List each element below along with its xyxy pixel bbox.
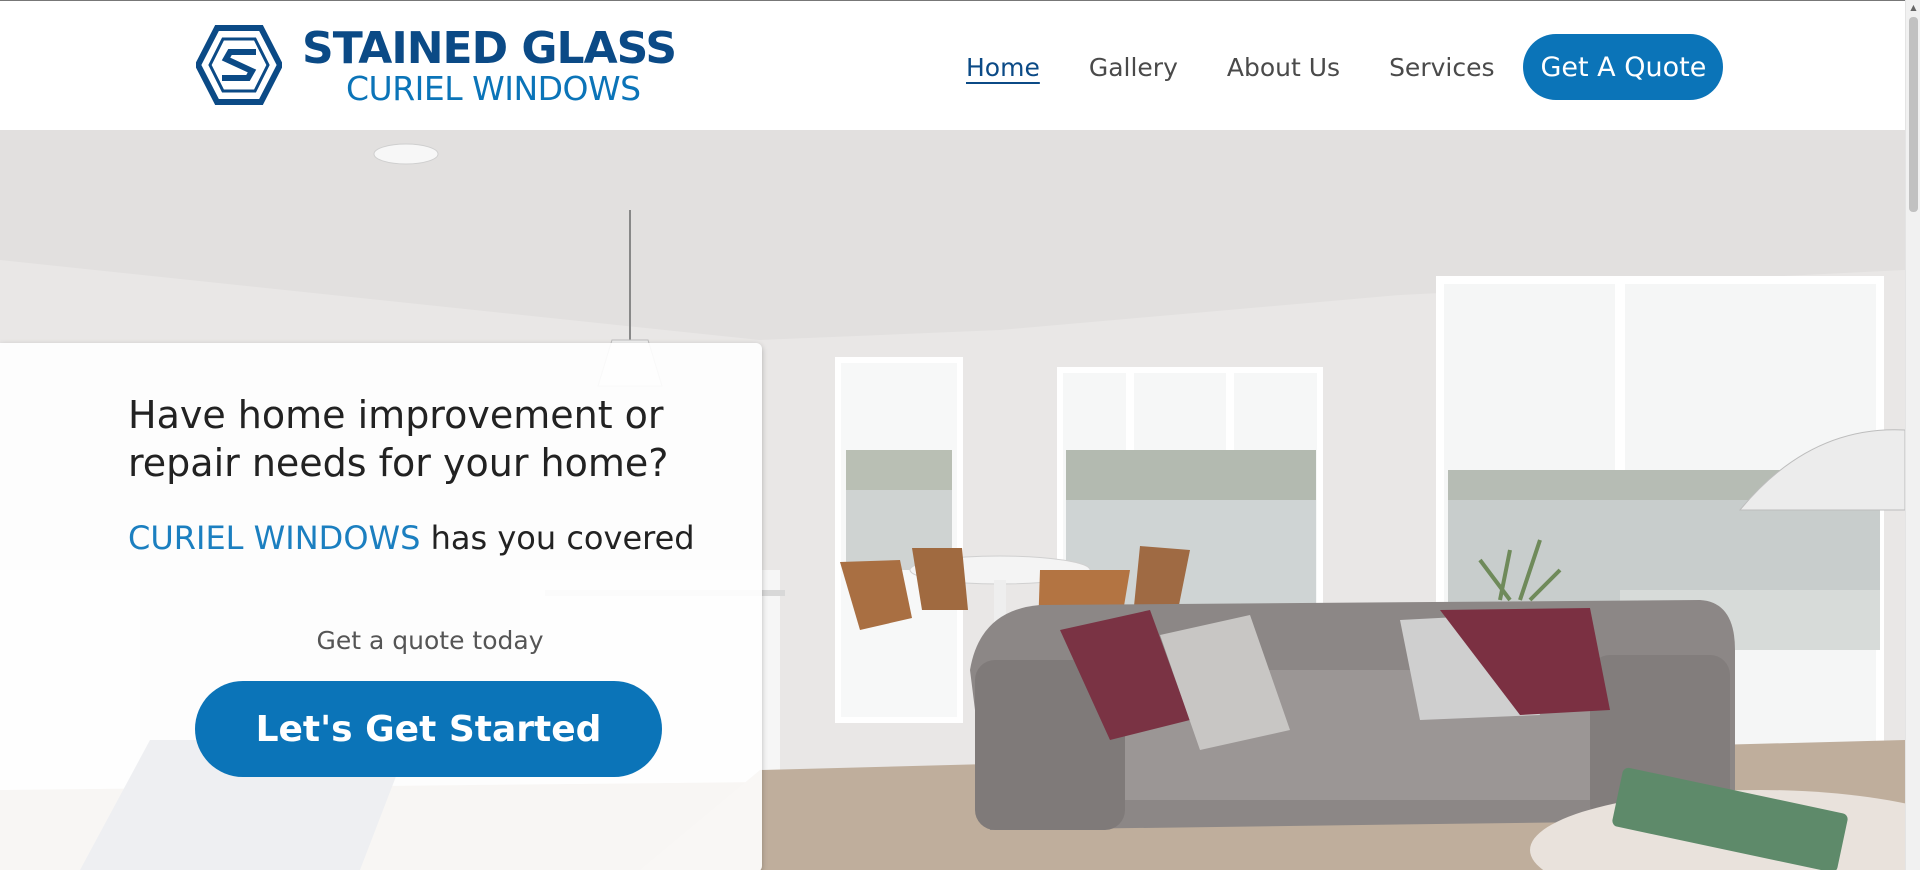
site-header: STAINED GLASS CURIEL WINDOWS Home Galler… <box>0 0 1905 130</box>
hero-headline: Have home improvement or repair needs fo… <box>128 393 669 485</box>
logo-subtitle: CURIEL WINDOWS <box>346 69 641 108</box>
nav-services-link[interactable]: Services <box>1389 53 1494 82</box>
logo-title: STAINED GLASS <box>302 23 677 74</box>
hero-section: Have home improvement or repair needs fo… <box>0 130 1905 870</box>
stained-glass-logo-icon <box>196 25 282 105</box>
nav-gallery-link[interactable]: Gallery <box>1089 53 1178 82</box>
hero-card: Have home improvement or repair needs fo… <box>0 343 762 870</box>
lets-get-started-button[interactable]: Let's Get Started <box>195 681 662 777</box>
nav-home-link[interactable]: Home <box>966 53 1040 82</box>
main-nav: Home Gallery About Us Services Get A Quo… <box>950 34 1724 100</box>
hero-cta-label: Get a quote today <box>316 626 544 655</box>
scrollbar-thumb[interactable] <box>1909 17 1918 212</box>
hero-subheadline: CURIEL WINDOWS has you covered <box>128 518 748 558</box>
nav-about-us-link[interactable]: About Us <box>1227 53 1340 82</box>
site-logo[interactable]: STAINED GLASS CURIEL WINDOWS <box>196 23 677 108</box>
hero-brand-name: CURIEL WINDOWS <box>128 519 421 557</box>
scroll-up-arrow-icon[interactable]: ▲ <box>1906 0 1920 15</box>
page-scrollbar[interactable]: ▲ <box>1905 0 1920 870</box>
hero-subheadline-text: has you covered <box>420 519 695 557</box>
get-a-quote-button[interactable]: Get A Quote <box>1523 34 1724 100</box>
